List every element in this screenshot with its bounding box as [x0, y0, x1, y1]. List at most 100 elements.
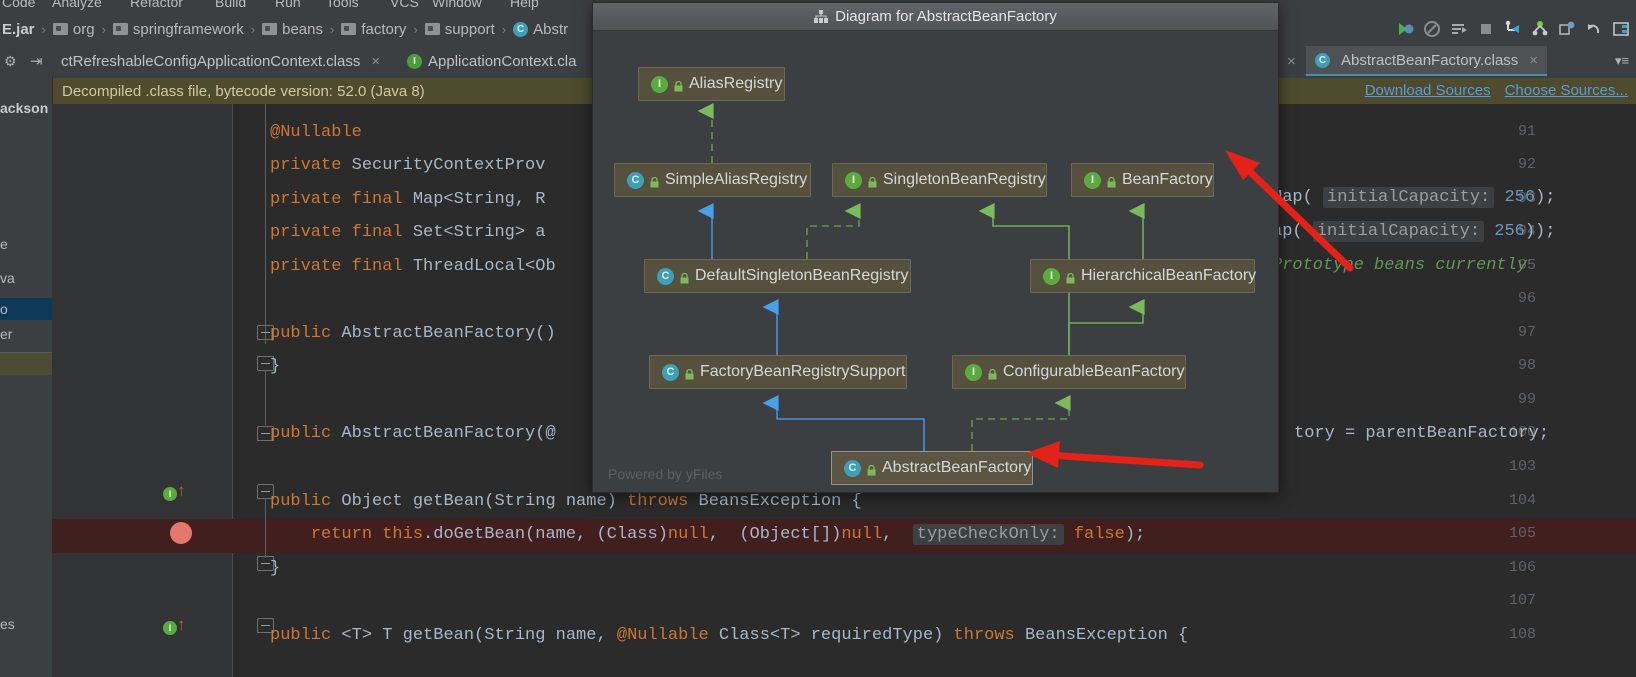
- breadcrumb-item-support[interactable]: support ›: [424, 21, 513, 38]
- breadcrumb-item-beans[interactable]: beans ›: [262, 21, 341, 38]
- breadcrumb-item-springframework[interactable]: springframework ›: [112, 21, 262, 38]
- tab-label: AbstractBeanFactory.class: [1341, 51, 1519, 69]
- breadcrumb-item-org[interactable]: org ›: [52, 21, 113, 38]
- menu-item-code[interactable]: Code: [2, 0, 35, 10]
- tab-close-icon-middle[interactable]: ×: [1278, 46, 1305, 76]
- code-fragment[interactable]: Prototype beans currently: [1272, 256, 1527, 275]
- override-arrow-icon[interactable]: ↑: [177, 482, 186, 499]
- project-tree-item-1[interactable]: va: [0, 270, 15, 286]
- class-icon: C: [844, 459, 861, 477]
- code-line[interactable]: public AbstractBeanFactory(@: [270, 424, 556, 443]
- code-line[interactable]: }: [270, 559, 280, 578]
- class-icon: C: [662, 363, 679, 381]
- override-arrow-icon[interactable]: ↑: [177, 616, 186, 633]
- project-tool-window[interactable]: ackson e va o er es: [0, 76, 53, 677]
- debug-icon[interactable]: [1423, 20, 1441, 38]
- fold-guide-line: [265, 104, 266, 319]
- menu-item-refactor[interactable]: Refactor: [130, 0, 183, 10]
- node-label: BeanFactory: [1122, 171, 1213, 188]
- tab-overflow-menu[interactable]: ▾≡: [1606, 46, 1636, 76]
- code-line[interactable]: public Object getBean(String name) throw…: [270, 492, 862, 511]
- code-line[interactable]: public AbstractBeanFactory(): [270, 324, 556, 343]
- menu-item-analyze[interactable]: Analyze: [52, 0, 102, 10]
- rerun-icon[interactable]: [1450, 20, 1468, 38]
- branch-icon[interactable]: [1531, 20, 1549, 38]
- menu-item-build[interactable]: Build: [215, 0, 246, 10]
- class-icon: C: [627, 171, 644, 189]
- tab-applicationcontext[interactable]: I ApplicationContext.cla: [398, 46, 585, 76]
- tab-abstractrefreshableconfigapplicationcontext[interactable]: ctRefreshableConfigApplicationContext.cl…: [52, 46, 389, 76]
- close-icon[interactable]: ×: [1287, 53, 1296, 70]
- project-tree-item-bottom[interactable]: es: [0, 616, 15, 632]
- editor-gutter[interactable]: [52, 104, 232, 677]
- diagram-dialog[interactable]: Diagram for AbstractBeanFactory I AliasR…: [592, 2, 1279, 493]
- class-icon: C: [657, 267, 674, 285]
- breadcrumb-label: Abstr: [533, 20, 569, 38]
- dialog-title-bar[interactable]: Diagram for AbstractBeanFactory: [593, 3, 1278, 31]
- breadcrumb-item-class[interactable]: C Abstr: [513, 21, 568, 38]
- diagram-node-simplealiasregistry[interactable]: C SimpleAliasRegistry: [614, 163, 811, 197]
- tab-abstractbeanfactory[interactable]: C AbstractBeanFactory.class ×: [1306, 46, 1548, 76]
- stop-icon[interactable]: [1477, 20, 1495, 38]
- diagram-node-aliasregistry[interactable]: I AliasRegistry: [638, 67, 785, 101]
- diagram-node-hierarchicalbeanfactory[interactable]: I HierarchicalBeanFactory: [1030, 259, 1256, 293]
- lock-icon: [867, 463, 876, 475]
- download-sources-link[interactable]: Download Sources: [1365, 82, 1491, 99]
- diagram-node-configurablebeanfactory[interactable]: I ConfigurableBeanFactory: [952, 355, 1186, 389]
- yfiles-watermark: Powered by yFiles: [608, 466, 723, 482]
- code-line[interactable]: private final Set<String> a: [270, 223, 545, 242]
- diagram-node-abstractbeanfactory[interactable]: C AbstractBeanFactory: [831, 451, 1033, 485]
- menu-item-window[interactable]: Window: [432, 0, 482, 10]
- code-fragment[interactable]: ap( initialCapacity: 256));: [1272, 221, 1555, 242]
- gear-icon[interactable]: ⚙: [4, 53, 17, 70]
- code-line[interactable]: return this.doGetBean(name, (Class)null,…: [270, 524, 1145, 545]
- project-panel-header: ackson: [0, 100, 49, 116]
- code-line[interactable]: @Nullable: [270, 123, 362, 142]
- line-number: 99: [1517, 391, 1536, 408]
- collapse-all-icon[interactable]: ⇥: [30, 52, 43, 70]
- implementing-method-icon[interactable]: I: [163, 487, 177, 501]
- project-tree-item-2[interactable]: o: [0, 298, 52, 320]
- interface-icon: I: [651, 75, 668, 93]
- code-line[interactable]: private SecurityContextProv: [270, 156, 545, 175]
- line-number: 105: [1508, 525, 1536, 542]
- close-icon[interactable]: ×: [371, 53, 380, 70]
- menu-item-help[interactable]: Help: [510, 0, 539, 10]
- code-line[interactable]: }: [270, 357, 280, 376]
- code-line[interactable]: private final Map<String, R: [270, 190, 545, 209]
- main-toolbar: [1396, 14, 1636, 44]
- breadcrumb-item-jar[interactable]: E.jar ›: [2, 21, 53, 38]
- diagram-node-defaultsingletonbeanregistry[interactable]: C DefaultSingletonBeanRegistry: [644, 259, 911, 293]
- breakpoint-icon[interactable]: [170, 522, 192, 544]
- interface-icon: I: [1043, 267, 1060, 285]
- menu-item-run[interactable]: Run: [275, 0, 301, 10]
- project-tree-item-0[interactable]: e: [0, 236, 8, 252]
- diagram-node-factorybeanregistrysupport[interactable]: C FactoryBeanRegistrySupport: [649, 355, 907, 389]
- checkout-icon[interactable]: [1504, 20, 1522, 38]
- diagram-canvas[interactable]: I AliasRegistry C SimpleAliasRegistry I …: [594, 31, 1278, 492]
- code-fragment[interactable]: Map( initialCapacity: 256);: [1272, 187, 1555, 208]
- chevron-down-icon[interactable]: ▾≡: [1615, 53, 1629, 69]
- code-line[interactable]: public <T> T getBean(String name, @Nulla…: [270, 626, 1188, 645]
- lock-icon: [680, 271, 689, 283]
- code-line[interactable]: private final ThreadLocal<Ob: [270, 257, 556, 276]
- undo-icon[interactable]: [1585, 20, 1603, 38]
- layout-icon[interactable]: [1612, 20, 1630, 38]
- close-icon[interactable]: ×: [1529, 52, 1538, 69]
- code-fragment[interactable]: tory = parentBeanFactory;: [1294, 424, 1549, 443]
- choose-sources-link[interactable]: Choose Sources...: [1505, 82, 1628, 99]
- diagram-node-singletonbeanregistry[interactable]: I SingletonBeanRegistry: [832, 163, 1047, 197]
- lock-icon: [650, 175, 659, 187]
- line-number: 103: [1508, 458, 1536, 475]
- line-number: 91: [1517, 123, 1536, 140]
- menu-item-tools[interactable]: Tools: [326, 0, 359, 10]
- commit-icon[interactable]: [1558, 20, 1576, 38]
- interface-icon: I: [845, 171, 862, 189]
- menu-item-vcs[interactable]: VCS: [390, 0, 419, 10]
- run-icon[interactable]: [1396, 20, 1414, 38]
- implementing-method-icon[interactable]: I: [163, 621, 177, 635]
- project-tree-item-3[interactable]: er: [0, 326, 12, 342]
- diagram-node-beanfactory[interactable]: I BeanFactory: [1071, 163, 1214, 197]
- diagram-icon: [814, 10, 829, 23]
- breadcrumb-item-factory[interactable]: factory ›: [341, 21, 424, 38]
